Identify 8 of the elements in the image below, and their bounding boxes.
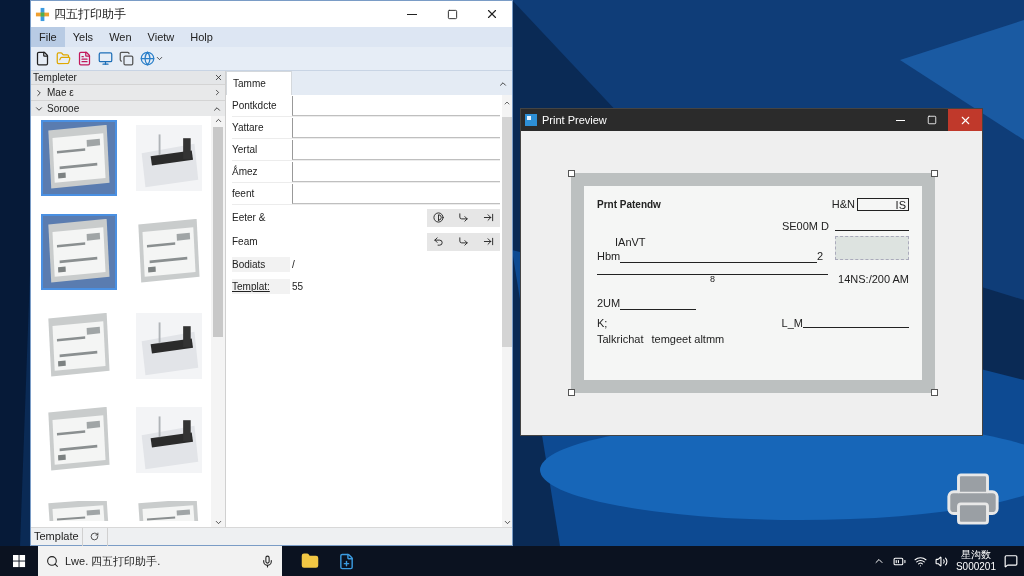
notification-icon[interactable] — [1004, 554, 1018, 568]
windows-logo-icon — [12, 554, 26, 568]
search-field[interactable]: Lwe. 四五打印助手. — [38, 546, 282, 576]
volume-icon[interactable] — [934, 554, 948, 568]
microphone-icon[interactable] — [261, 554, 274, 568]
clock[interactable]: 星沟数 S000201 — [955, 549, 996, 573]
search-icon — [46, 554, 59, 568]
wifi-icon[interactable] — [913, 554, 927, 568]
